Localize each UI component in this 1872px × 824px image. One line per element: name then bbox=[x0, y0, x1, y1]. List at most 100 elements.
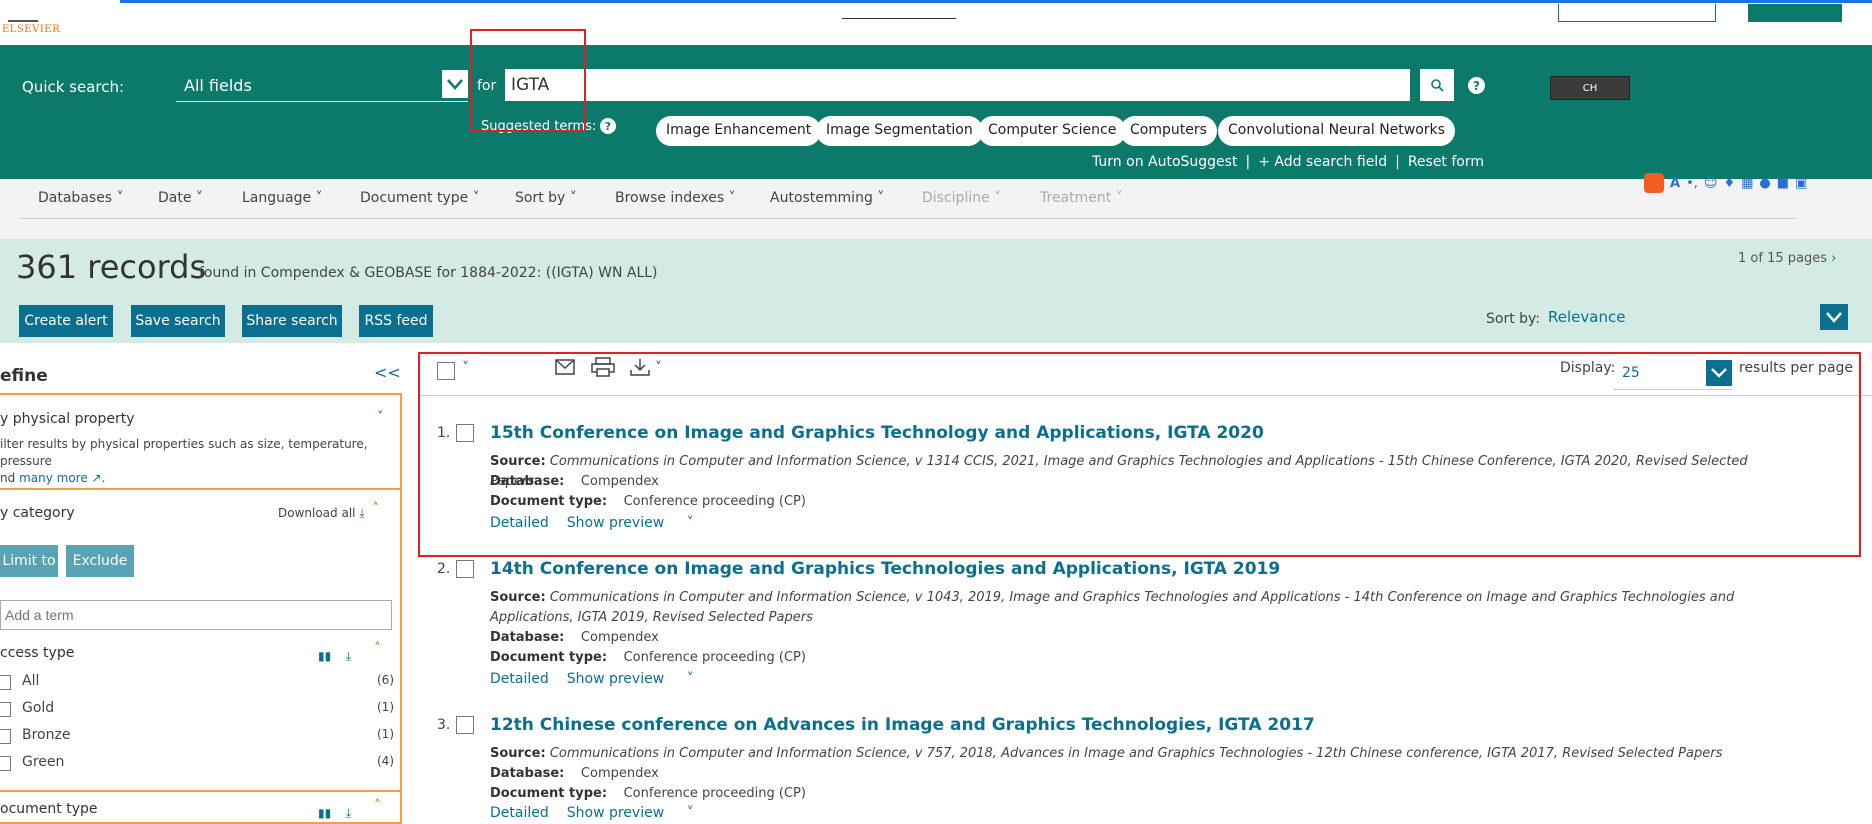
record-count: 361 records bbox=[16, 248, 207, 286]
nav-sort-by[interactable]: Sort by ˅ bbox=[515, 190, 577, 206]
chevron-down-icon[interactable]: ˅ bbox=[377, 410, 384, 425]
result-source: Source: Communications in Computer and I… bbox=[490, 746, 1723, 761]
chart-icon[interactable]: ▮▮ bbox=[318, 802, 331, 821]
sogou-logo-icon bbox=[1644, 173, 1664, 193]
chevron-right-icon: › bbox=[1831, 251, 1837, 266]
chevron-down-icon[interactable] bbox=[1820, 304, 1848, 330]
result-number: 3. bbox=[437, 717, 451, 733]
checkbox[interactable] bbox=[0, 675, 11, 690]
suggested-term-chip[interactable]: Computers bbox=[1120, 116, 1217, 146]
nav-divider bbox=[20, 218, 1796, 219]
detailed-link[interactable]: Detailed bbox=[490, 671, 549, 687]
add-search-field-link[interactable]: + Add search field bbox=[1258, 154, 1387, 170]
ime-language-widget[interactable]: CH bbox=[1550, 76, 1630, 100]
nav-autostemming[interactable]: Autostemming ˅ bbox=[770, 190, 884, 206]
keyboard-icon: ▦ bbox=[1741, 175, 1754, 191]
checkbox[interactable] bbox=[0, 729, 11, 744]
result-number: 2. bbox=[437, 561, 451, 577]
chevron-up-icon[interactable]: ˄ bbox=[374, 798, 381, 814]
top-filled-button[interactable] bbox=[1748, 4, 1842, 22]
nav-date[interactable]: Date ˅ bbox=[158, 190, 203, 206]
result-title-link[interactable]: 14th Conference on Image and Graphics Te… bbox=[490, 559, 1280, 579]
grid-icon: ▣ bbox=[1795, 175, 1808, 191]
section-divider bbox=[0, 790, 402, 792]
chevron-up-icon[interactable]: ˄ bbox=[374, 641, 381, 657]
download-all-link[interactable]: Download all ⤓ bbox=[278, 506, 365, 521]
result-doctype: Document type: Conference proceeding (CP… bbox=[490, 786, 806, 801]
punctuation-icon: •, bbox=[1686, 175, 1698, 191]
exclude-button[interactable]: Exclude bbox=[66, 545, 134, 577]
suggested-term-chip[interactable]: Image Enhancement bbox=[656, 116, 822, 146]
suggested-help-icon[interactable]: ? bbox=[600, 118, 616, 134]
many-more-link[interactable]: many more bbox=[19, 471, 88, 485]
physical-property-desc: ilter results by physical properties suc… bbox=[0, 437, 368, 485]
filter-nav-bar bbox=[0, 179, 1872, 239]
checkbox[interactable] bbox=[0, 756, 11, 771]
result-checkbox[interactable] bbox=[456, 716, 474, 734]
top-outline-button[interactable] bbox=[1558, 4, 1716, 22]
detailed-link[interactable]: Detailed bbox=[490, 805, 549, 821]
create-alert-button[interactable]: Create alert bbox=[19, 305, 113, 337]
microphone-icon: ♦ bbox=[1723, 175, 1736, 191]
annotation-box-search-query bbox=[470, 29, 586, 132]
search-input[interactable] bbox=[505, 69, 1410, 101]
save-search-button[interactable]: Save search bbox=[131, 305, 225, 337]
sort-by-select[interactable]: Relevance bbox=[1548, 308, 1625, 326]
quick-search-panel bbox=[0, 45, 1872, 179]
collapse-sidebar-button[interactable]: << bbox=[374, 363, 401, 382]
add-term-input[interactable] bbox=[0, 600, 392, 630]
access-type-title[interactable]: ccess type bbox=[0, 645, 74, 661]
show-preview-link[interactable]: Show preview ˅ bbox=[567, 805, 712, 821]
elsevier-logo[interactable]: ELSEVIER bbox=[2, 24, 60, 35]
result-database: Database: Compendex bbox=[490, 766, 659, 781]
result-source: Source: Communications in Computer and I… bbox=[490, 590, 1735, 625]
limit-to-button[interactable]: Limit to bbox=[0, 545, 58, 577]
record-found-text: found in Compendex & GEOBASE for 1884-20… bbox=[199, 265, 658, 281]
suggested-term-chip[interactable]: Convolutional Neural Networks bbox=[1218, 116, 1455, 146]
browser-progress-bar bbox=[120, 0, 1872, 3]
emoji-icon: ☺ bbox=[1703, 175, 1718, 191]
search-icon bbox=[1431, 79, 1444, 92]
share-search-button[interactable]: Share search bbox=[242, 305, 342, 337]
chevron-down-icon: ˅ bbox=[686, 805, 694, 821]
nav-treatment: Treatment ˅ bbox=[1040, 190, 1123, 206]
help-icon[interactable]: ? bbox=[1468, 77, 1485, 94]
search-button[interactable] bbox=[1420, 69, 1454, 101]
top-link-underline bbox=[842, 18, 956, 19]
chevron-down-icon: ˅ bbox=[994, 190, 1002, 206]
download-icon[interactable]: ⤓ bbox=[346, 802, 351, 821]
document-type-title[interactable]: ocument type bbox=[0, 801, 97, 817]
suggested-term-chip[interactable]: Image Segmentation bbox=[816, 116, 983, 146]
chevron-down-icon[interactable] bbox=[442, 70, 468, 98]
rss-feed-button[interactable]: RSS feed bbox=[359, 305, 433, 337]
page-indicator[interactable]: 1 of 15 pages › bbox=[1738, 251, 1836, 266]
show-preview-link[interactable]: Show preview ˅ bbox=[567, 671, 712, 687]
font-icon: A bbox=[1670, 175, 1681, 191]
nav-browse-indexes[interactable]: Browse indexes ˅ bbox=[615, 190, 736, 206]
checkbox[interactable] bbox=[0, 702, 11, 717]
nav-databases[interactable]: Databases ˅ bbox=[38, 190, 124, 206]
result-actions: Detailed Show preview ˅ bbox=[490, 805, 730, 821]
search-field-select[interactable]: All fields bbox=[176, 70, 468, 102]
reset-form-link[interactable]: Reset form bbox=[1408, 154, 1484, 170]
chart-icon[interactable]: ▮▮ bbox=[318, 645, 331, 664]
chevron-down-icon: ˅ bbox=[686, 671, 694, 687]
chevron-up-icon[interactable]: ˄ bbox=[372, 501, 379, 517]
nav-document-type[interactable]: Document type ˅ bbox=[360, 190, 480, 206]
elsevier-tree-icon bbox=[8, 4, 38, 22]
link-separator: | bbox=[1245, 154, 1251, 170]
result-database: Database: Compendex bbox=[490, 630, 659, 645]
section-divider bbox=[0, 488, 402, 490]
autosuggest-link[interactable]: Turn on AutoSuggest bbox=[1092, 154, 1237, 170]
ime-toolbar[interactable]: A •, ☺ ♦ ▦ ● ■ ▣ bbox=[1644, 170, 1844, 196]
result-checkbox[interactable] bbox=[456, 560, 474, 578]
nav-language[interactable]: Language ˅ bbox=[242, 190, 323, 206]
search-links-row: Turn on AutoSuggest | + Add search field | R… bbox=[1088, 154, 1488, 170]
physical-property-title[interactable]: y physical property bbox=[0, 411, 135, 427]
chevron-down-icon: ˅ bbox=[195, 190, 203, 206]
skin-icon: ■ bbox=[1776, 175, 1790, 191]
download-icon[interactable]: ⤓ bbox=[346, 645, 351, 664]
category-title[interactable]: y category bbox=[0, 505, 75, 521]
suggested-term-chip[interactable]: Computer Science bbox=[978, 116, 1127, 146]
result-title-link[interactable]: 12th Chinese conference on Advances in I… bbox=[490, 715, 1315, 735]
